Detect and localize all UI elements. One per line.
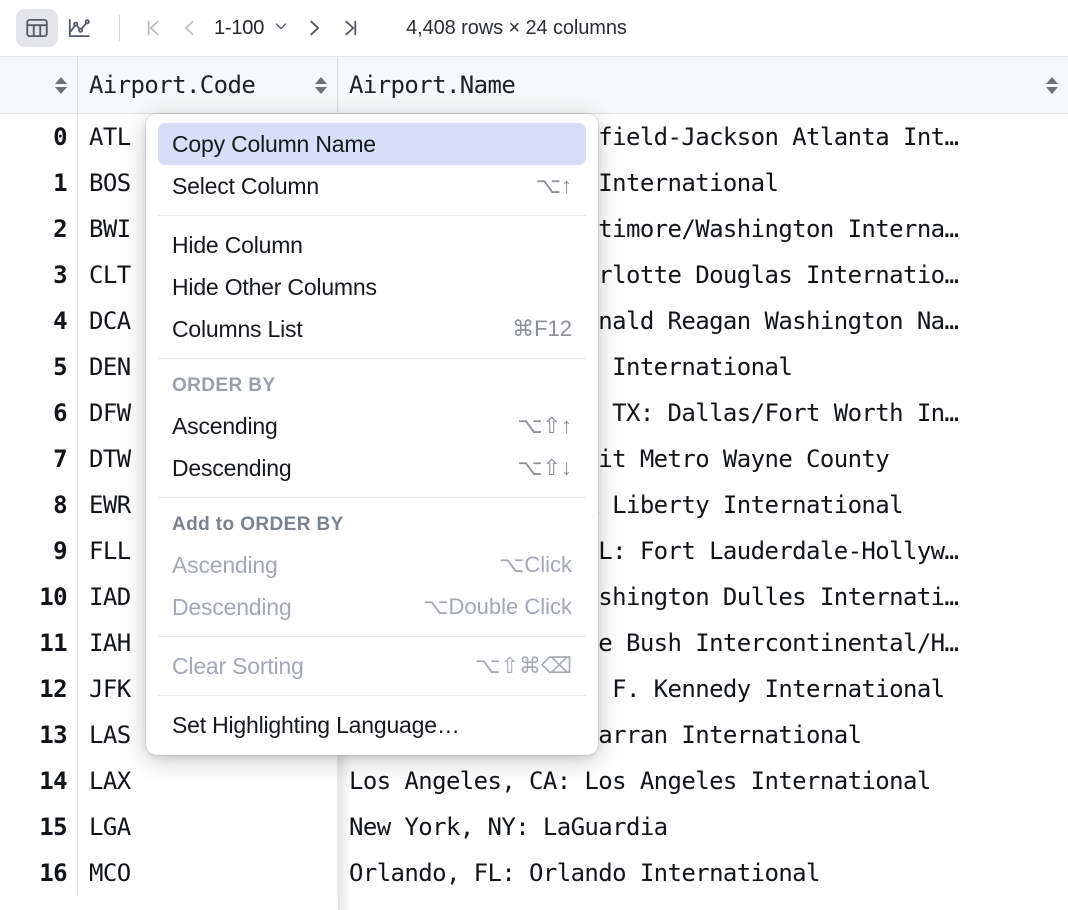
row-index-cell: 9 — [0, 528, 78, 574]
menu-item-label: Columns List — [172, 315, 303, 342]
next-page-icon[interactable] — [296, 11, 332, 45]
menu-item-order-by-ascending[interactable]: Ascending ⌥⇧↑ — [158, 405, 586, 447]
toolbar-divider — [119, 15, 120, 41]
menu-group-label: Add to ORDER BY — [172, 514, 344, 535]
menu-item-label: Select Column — [172, 172, 319, 199]
menu-item-label: Clear Sorting — [172, 652, 304, 679]
line-chart-icon[interactable] — [58, 9, 100, 47]
menu-item-order-by-descending[interactable]: Descending ⌥⇧↓ — [158, 447, 586, 489]
row-index-cell: 6 — [0, 390, 78, 436]
column-context-menu[interactable]: Copy Column Name Select Column ⌥↑ Hide Colu… — [146, 114, 598, 755]
row-index-cell: 7 — [0, 436, 78, 482]
data-grid-viewer: 1-100 4,408 rows × 24 columns Airport.Co… — [0, 0, 1068, 910]
menu-item-label: Hide Column — [172, 231, 303, 258]
menu-separator — [158, 215, 586, 216]
menu-item-shortcut: ⌥Click — [498, 552, 572, 577]
menu-group-group-order-by: ORDER BY — [158, 367, 586, 405]
menu-item-columns-list[interactable]: Columns List ⌘F12 — [158, 308, 586, 350]
header-label-airport-name: Airport.Name — [349, 71, 516, 99]
menu-item-label: Ascending — [172, 551, 278, 578]
table-row[interactable]: 16 MCO Orlando, FL: Orlando International — [0, 850, 1068, 896]
table-row[interactable]: 14 LAX Los Angeles, CA: Los Angeles Intern… — [0, 758, 1068, 804]
menu-separator — [158, 358, 586, 359]
airport-name-cell[interactable]: Orlando, FL: Orlando International — [338, 850, 1068, 896]
header-label-airport-code: Airport.Code — [89, 71, 256, 99]
row-index-cell: 0 — [0, 114, 78, 160]
menu-item-add-order-by-ascending: Ascending ⌥Click — [158, 544, 586, 586]
menu-item-label: Hide Other Columns — [172, 273, 377, 300]
menu-item-shortcut: ⌥⇧↑ — [517, 413, 572, 438]
row-index-cell: 13 — [0, 712, 78, 758]
menu-item-label: Descending — [172, 593, 292, 620]
row-index-cell: 12 — [0, 666, 78, 712]
row-index-cell: 1 — [0, 160, 78, 206]
sort-toggle-icon[interactable] — [315, 76, 327, 94]
menu-item-hide-other-columns[interactable]: Hide Other Columns — [158, 266, 586, 308]
table-grid-icon[interactable] — [16, 9, 58, 47]
menu-item-label: Ascending — [172, 412, 278, 439]
menu-separator — [158, 497, 586, 498]
menu-separator — [158, 636, 586, 637]
header-cell-rownum[interactable] — [0, 57, 78, 113]
menu-item-shortcut: ⌥Double Click — [423, 594, 572, 619]
header-cell-airport-name[interactable]: Airport.Name — [338, 57, 1068, 113]
rows-columns-summary: 4,408 rows × 24 columns — [406, 16, 627, 39]
airport-code-cell[interactable]: LAX — [78, 758, 338, 804]
menu-item-clear-sorting: Clear Sorting ⌥⇧⌘⌫ — [158, 645, 586, 687]
header-cell-airport-code[interactable]: Airport.Code — [78, 57, 338, 113]
menu-item-select-column[interactable]: Select Column ⌥↑ — [158, 165, 586, 207]
table-row[interactable]: 15 LGA New York, NY: LaGuardia — [0, 804, 1068, 850]
sort-toggle-icon[interactable] — [1046, 76, 1058, 94]
toolbar: 1-100 4,408 rows × 24 columns — [0, 0, 1068, 57]
menu-group-label: ORDER BY — [172, 375, 276, 396]
menu-item-shortcut: ⌥↑ — [535, 173, 572, 198]
row-index-cell: 5 — [0, 344, 78, 390]
menu-group-group-add-to-order-by: Add to ORDER BY — [158, 506, 586, 544]
menu-item-shortcut: ⌥⇧↓ — [517, 455, 572, 480]
menu-item-label: Copy Column Name — [172, 130, 376, 157]
menu-separator — [158, 695, 586, 696]
page-range-label: 1-100 — [214, 16, 265, 39]
row-index-cell: 10 — [0, 574, 78, 620]
menu-item-shortcut: ⌘F12 — [512, 316, 572, 341]
airport-code-cell[interactable]: MCO — [78, 850, 338, 896]
menu-item-shortcut: ⌥⇧⌘⌫ — [475, 653, 572, 678]
row-index-cell: 16 — [0, 850, 78, 896]
row-index-cell: 4 — [0, 298, 78, 344]
airport-name-cell[interactable]: New York, NY: LaGuardia — [338, 804, 1068, 850]
last-page-icon[interactable] — [332, 11, 368, 45]
row-index-cell: 2 — [0, 206, 78, 252]
previous-page-icon[interactable] — [172, 11, 208, 45]
row-index-cell: 15 — [0, 804, 78, 850]
menu-item-copy-column-name[interactable]: Copy Column Name — [158, 123, 586, 165]
airport-code-cell[interactable]: LGA — [78, 804, 338, 850]
row-index-cell: 11 — [0, 620, 78, 666]
sort-toggle-icon[interactable] — [55, 76, 67, 94]
menu-item-set-highlighting-language[interactable]: Set Highlighting Language… — [158, 704, 586, 746]
menu-item-hide-column[interactable]: Hide Column — [158, 224, 586, 266]
page-range-selector[interactable]: 1-100 — [214, 17, 290, 40]
first-page-icon[interactable] — [136, 11, 172, 45]
menu-item-add-order-by-descending: Descending ⌥Double Click — [158, 586, 586, 628]
menu-item-label: Descending — [172, 454, 292, 481]
row-index-cell: 3 — [0, 252, 78, 298]
row-index-cell: 8 — [0, 482, 78, 528]
menu-item-label: Set Highlighting Language… — [172, 711, 460, 738]
row-index-cell: 14 — [0, 758, 78, 804]
airport-name-cell[interactable]: Los Angeles, CA: Los Angeles Internation… — [338, 758, 1068, 804]
chevron-down-icon — [272, 17, 290, 40]
grid-header-row: Airport.Code Airport.Name — [0, 57, 1068, 114]
